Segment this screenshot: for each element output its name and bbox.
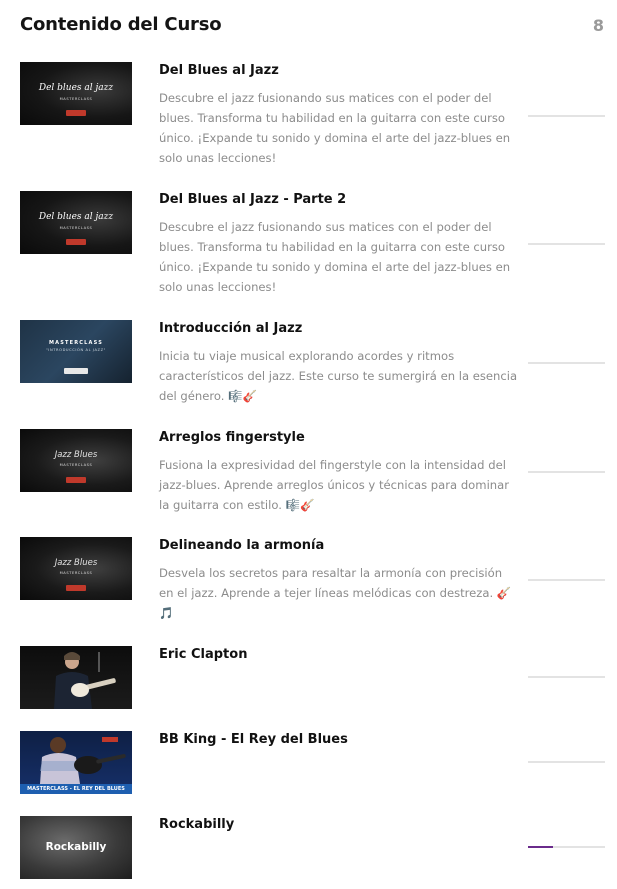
lesson-description: Desvela los secretos para resaltar la ar…: [159, 566, 512, 620]
guitarist-photo: [54, 652, 116, 709]
thumbnail-title: MASTERCLASS: [48, 340, 104, 346]
thumbnail-subtitle: "INTRODUCCIÓN AL JAZZ": [46, 348, 106, 352]
section-title: Contenido del Curso: [20, 14, 222, 35]
lesson-item[interactable]: Jazz Blues MASTERCLASS Arreglos fingerst…: [20, 429, 605, 529]
lesson-title[interactable]: Rockabilly: [159, 817, 234, 832]
brand-logo: [66, 110, 86, 116]
lesson-progress-bar: [528, 471, 605, 473]
brand-logo: [64, 368, 88, 374]
thumbnail-title: Rockabilly: [45, 841, 107, 853]
lesson-description: Descubre el jazz fusionando sus matices …: [159, 220, 511, 294]
thumbnail-subtitle: MASTERCLASS: [59, 571, 93, 575]
lesson-thumbnail[interactable]: Del blues al jazz MASTERCLASS: [20, 191, 132, 254]
lesson-description: Inicia tu viaje musical explorando acord…: [159, 349, 518, 403]
course-content-header: Contenido del Curso 8: [20, 14, 604, 40]
lesson-thumbnail[interactable]: MASTERCLASS "INTRODUCCIÓN AL JAZZ": [20, 320, 132, 383]
lesson-item[interactable]: Jazz Blues MASTERCLASS Delineando la arm…: [20, 537, 605, 637]
lesson-thumbnail[interactable]: Jazz Blues MASTERCLASS: [20, 429, 132, 492]
thumbnail-title: Jazz Blues: [54, 450, 98, 460]
lesson-thumbnail[interactable]: Jazz Blues MASTERCLASS: [20, 537, 132, 600]
lesson-progress-bar: [528, 243, 605, 245]
lesson-title[interactable]: Del Blues al Jazz: [159, 63, 279, 78]
lesson-item[interactable]: Del blues al jazz MASTERCLASS Del Blues …: [20, 62, 605, 182]
lesson-item[interactable]: Eric Clapton: [20, 646, 605, 716]
lesson-thumbnail[interactable]: [20, 646, 132, 709]
lesson-title[interactable]: BB King - El Rey del Blues: [159, 732, 348, 747]
thumbnail-subtitle: MASTERCLASS: [59, 97, 93, 101]
lesson-thumbnail[interactable]: Del blues al jazz MASTERCLASS: [20, 62, 132, 125]
lesson-item[interactable]: MASTERCLASS "INTRODUCCIÓN AL JAZZ" Intro…: [20, 320, 605, 420]
lesson-progress-bar: [528, 846, 605, 848]
thumbnail-title: Jazz Blues: [54, 558, 98, 568]
brand-logo: [66, 477, 86, 483]
lesson-progress-bar: [528, 115, 605, 117]
lesson-title[interactable]: Arreglos fingerstyle: [159, 430, 305, 445]
lesson-thumbnail[interactable]: Rockabilly: [20, 816, 132, 879]
thumbnail-title: Del blues al jazz: [38, 212, 114, 222]
lesson-item[interactable]: Rockabilly Rockabilly: [20, 816, 605, 879]
lesson-title[interactable]: Del Blues al Jazz - Parte 2: [159, 192, 346, 207]
lesson-progress-bar: [528, 362, 605, 364]
lesson-title[interactable]: Eric Clapton: [159, 647, 247, 662]
lesson-description: Fusiona la expresividad del fingerstyle …: [159, 458, 510, 512]
thumbnail-subtitle: MASTERCLASS: [59, 463, 93, 467]
lesson-count: 8: [592, 16, 604, 35]
brand-logo: [66, 585, 86, 591]
lesson-title[interactable]: Introducción al Jazz: [159, 321, 302, 336]
brand-logo: [66, 239, 86, 245]
progress-fill: [528, 846, 553, 848]
lesson-item[interactable]: MASTERCLASS - EL REY DEL BLUES BB King -…: [20, 731, 605, 801]
thumbnail-subtitle: MASTERCLASS: [59, 226, 93, 230]
guitarist-photo: [40, 737, 126, 784]
lesson-thumbnail[interactable]: MASTERCLASS - EL REY DEL BLUES: [20, 731, 132, 794]
lesson-progress-bar: [528, 579, 605, 581]
lesson-progress-bar: [528, 761, 605, 763]
lesson-title[interactable]: Delineando la armonía: [159, 538, 324, 553]
thumbnail-title: Del blues al jazz: [38, 83, 114, 93]
thumbnail-banner: MASTERCLASS - EL REY DEL BLUES: [20, 784, 132, 794]
lesson-progress-bar: [528, 676, 605, 678]
lesson-item[interactable]: Del blues al jazz MASTERCLASS Del Blues …: [20, 191, 605, 311]
lesson-description: Descubre el jazz fusionando sus matices …: [159, 91, 511, 165]
